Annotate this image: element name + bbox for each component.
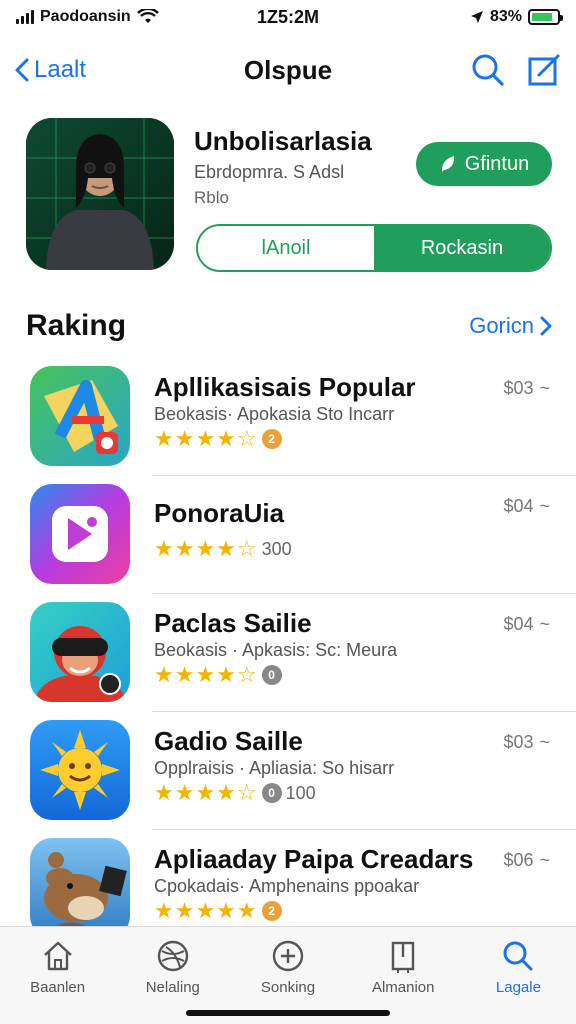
ranking-header: Raking Goricn bbox=[26, 304, 552, 348]
featured-app-title: Unbolisarlasia bbox=[194, 126, 372, 156]
app-name: PonoraUia bbox=[154, 498, 285, 528]
status-bar: Paodoansin 1Z5:2M 83% bbox=[0, 0, 576, 34]
price-label: $04 bbox=[503, 614, 534, 634]
battery-percent: 83% bbox=[489, 8, 522, 25]
list-item[interactable]: Apllikasisais Popular Beokasis· Apokasia… bbox=[0, 358, 576, 476]
list-item[interactable]: PonoraUia ★★★★☆ 300 $04 ~ bbox=[0, 476, 576, 594]
app-name: Apllikasisais Popular bbox=[154, 372, 416, 402]
tab-label: Nelaling bbox=[145, 979, 200, 996]
rating-badge: 0 bbox=[261, 665, 282, 685]
app-subtitle: Beokasis · Apkasis: Sc: Meura bbox=[154, 640, 398, 660]
tab-label: Baanlen bbox=[30, 979, 86, 996]
tab-label: Almanion bbox=[371, 979, 435, 996]
star-rating: ★★★★★ bbox=[154, 898, 258, 923]
back-label: Laalt bbox=[34, 56, 87, 83]
see-all-label: Goricn bbox=[469, 313, 534, 338]
chevron-left-icon bbox=[15, 58, 29, 82]
app-subtitle: Beokasis· Apokasia Sto Incarr bbox=[154, 404, 395, 424]
tab-label: Lagale bbox=[495, 979, 541, 996]
price-label: $03 bbox=[503, 378, 534, 398]
list-item[interactable]: Gadio Saille Opplraisis · Apliasia: So h… bbox=[0, 712, 576, 830]
price-button[interactable]: $04 ~ bbox=[503, 496, 550, 517]
tab-home[interactable]: Baanlen bbox=[0, 927, 115, 1024]
arrow-icon: ~ bbox=[539, 378, 550, 398]
arrow-icon: ~ bbox=[539, 732, 550, 752]
star-rating: ★★★★☆ bbox=[154, 662, 258, 687]
search-icon bbox=[472, 54, 504, 86]
chevron-right-icon bbox=[540, 316, 552, 336]
status-right: 83% bbox=[470, 8, 563, 26]
app-rating: ★★★★☆ 0 bbox=[154, 662, 282, 688]
app-icon bbox=[30, 602, 130, 702]
segment-right[interactable]: Rockasin bbox=[374, 226, 550, 270]
globe-icon bbox=[157, 940, 188, 972]
home-indicator bbox=[186, 1010, 390, 1016]
app-rating: ★★★★★ 2 bbox=[154, 898, 282, 924]
tab-label: Sonking bbox=[260, 979, 316, 996]
leaf-icon bbox=[441, 156, 454, 172]
wifi-icon bbox=[136, 9, 159, 23]
nav-actions bbox=[470, 52, 562, 88]
search-button[interactable] bbox=[470, 52, 506, 88]
location-icon bbox=[470, 11, 483, 23]
carrier-name: Paodoansin bbox=[40, 8, 131, 25]
arrow-icon: ~ bbox=[539, 850, 550, 870]
nav-bar: Laalt Olspue bbox=[0, 40, 576, 100]
app-subtitle: Cpokadais· Amphenains ppoakar bbox=[154, 876, 420, 896]
rating-badge: 0 bbox=[261, 783, 282, 803]
app-rating: ★★★★☆ 0 100 bbox=[154, 780, 316, 806]
price-button[interactable]: $04 ~ bbox=[503, 614, 550, 635]
featured-app-icon[interactable] bbox=[26, 118, 174, 270]
home-icon bbox=[43, 941, 72, 971]
arrow-icon: ~ bbox=[539, 614, 550, 634]
signal-icon bbox=[16, 10, 34, 24]
status-left: Paodoansin bbox=[16, 8, 216, 26]
get-button[interactable]: Gfintun bbox=[416, 142, 552, 186]
list-item[interactable]: Paclas Sailie Beokasis · Apkasis: Sc: Me… bbox=[0, 594, 576, 712]
price-button[interactable]: $03 ~ bbox=[503, 378, 550, 399]
see-all-link[interactable]: Goricn bbox=[469, 313, 552, 339]
compose-button[interactable] bbox=[526, 52, 562, 88]
app-name: Paclas Sailie bbox=[154, 608, 312, 638]
rating-badge: 2 bbox=[261, 429, 282, 449]
app-icon bbox=[30, 484, 130, 584]
segmented-control: lAnoil Rockasin bbox=[196, 224, 552, 272]
star-rating: ★★★★☆ bbox=[154, 426, 258, 451]
app-name: Apliaaday Paipa Creadars bbox=[154, 844, 474, 874]
price-label: $03 bbox=[503, 732, 534, 752]
app-subtitle: Opplraisis · Apliasia: So hisarr bbox=[154, 758, 395, 778]
search-icon bbox=[503, 941, 533, 971]
app-icon bbox=[30, 838, 130, 938]
section-title: Raking bbox=[26, 309, 127, 342]
price-label: $06 bbox=[503, 850, 534, 870]
rating-count: 100 bbox=[285, 782, 316, 803]
bookmark-icon bbox=[392, 941, 415, 973]
tab-bar: Baanlen Nelaling Sonking Almanion Lagale bbox=[0, 926, 576, 1024]
app-name: Gadio Saille bbox=[154, 726, 303, 756]
app-rating: ★★★★☆ 2 bbox=[154, 426, 282, 452]
star-rating: ★★★★☆ bbox=[154, 780, 258, 805]
price-button[interactable]: $06 ~ bbox=[503, 850, 550, 871]
get-button-label: Gfintun bbox=[464, 152, 530, 175]
app-list: Apllikasisais Popular Beokasis· Apokasia… bbox=[0, 358, 576, 948]
featured-app-subtitle: Ebrdopmra. S Adsl bbox=[194, 162, 345, 182]
arrow-icon: ~ bbox=[539, 496, 550, 516]
star-rating: ★★★★☆ bbox=[154, 536, 258, 561]
rating-badge: 2 bbox=[261, 901, 282, 921]
featured-app-subtitle-2: Rblo bbox=[194, 188, 229, 207]
app-rating: ★★★★☆ 300 bbox=[154, 536, 292, 562]
featured-app: Unbolisarlasia Ebrdopmra. S Adsl Rblo Gf… bbox=[26, 118, 556, 278]
plus-circle-icon bbox=[272, 940, 304, 972]
battery-icon bbox=[528, 9, 563, 25]
rating-count: 300 bbox=[261, 538, 292, 559]
app-icon bbox=[30, 366, 130, 466]
compose-icon bbox=[528, 54, 560, 86]
segment-left[interactable]: lAnoil bbox=[198, 226, 374, 270]
back-button[interactable]: Laalt bbox=[14, 56, 86, 84]
price-button[interactable]: $03 ~ bbox=[503, 732, 550, 753]
app-icon bbox=[30, 720, 130, 820]
price-label: $04 bbox=[503, 496, 534, 516]
tab-search[interactable]: Lagale bbox=[461, 927, 576, 1024]
